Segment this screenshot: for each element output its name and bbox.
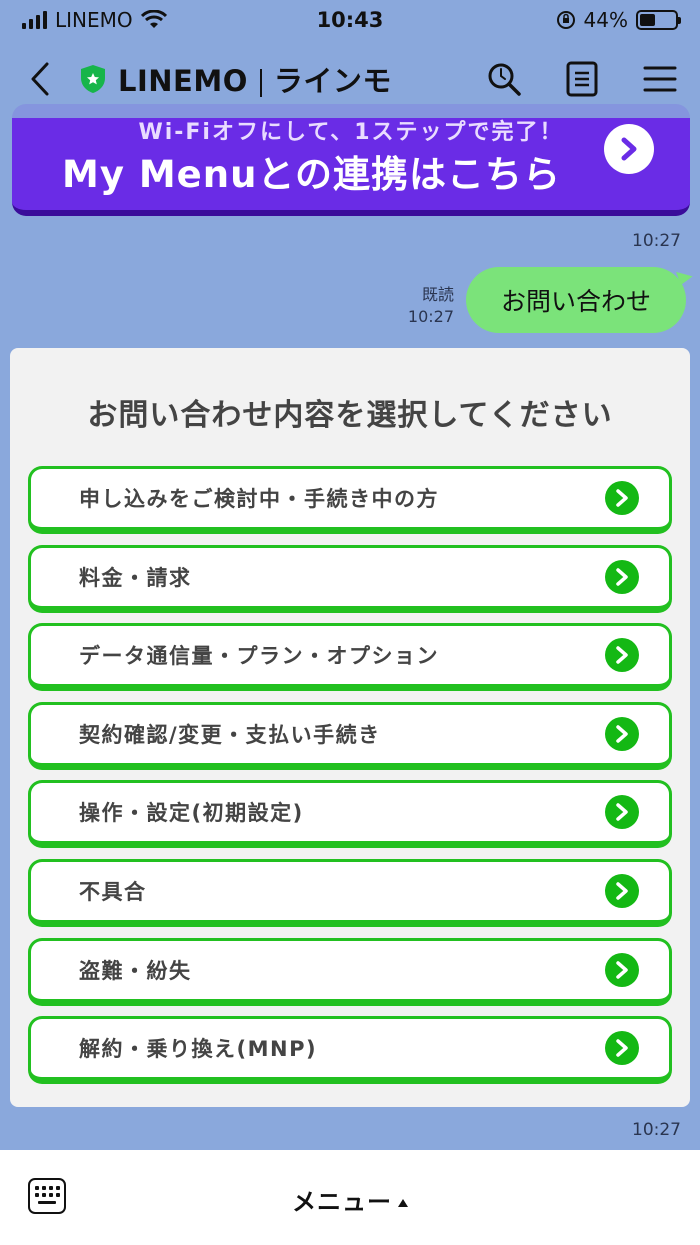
orientation-lock-icon [556, 11, 575, 29]
card-timestamp: 10:27 [632, 1120, 681, 1140]
chevron-right-icon [605, 638, 639, 673]
my-menu-banner[interactable]: Wi-Fiオフにして、1ステップで完了！ My Menuとの連携はこちら [12, 104, 690, 216]
back-arrow-icon [31, 62, 49, 96]
inquiry-option[interactable]: 盗難・紛失 [28, 937, 672, 1006]
signal-icon [22, 11, 47, 29]
battery-icon [636, 10, 681, 30]
inquiry-option-label: 解約・乗り換え(MNP) [79, 1037, 318, 1062]
chevron-right-icon [605, 952, 639, 987]
chevron-right-icon [604, 124, 654, 174]
chevron-right-icon [605, 874, 639, 908]
search-icon [488, 63, 521, 96]
chevron-right-icon [605, 795, 639, 830]
inquiry-card: お問い合わせ内容を選択してください 申し込みをご検討中・手続き中の方 料金・請求デ… [10, 348, 690, 1107]
inquiry-option-label: 契約確認/変更・支払い手続き [79, 722, 381, 747]
inquiry-option-label: 盗難・紛失 [79, 958, 192, 983]
read-label: 既読 [421, 285, 454, 304]
inquiry-option-label: 不具合 [79, 880, 147, 904]
banner-timestamp: 10:27 [632, 231, 681, 251]
inquiry-option-label: 料金・請求 [79, 565, 192, 590]
inquiry-option[interactable]: 操作・設定(初期設定) [28, 780, 672, 849]
chevron-right-icon [605, 559, 639, 594]
search-button[interactable] [484, 59, 524, 99]
wifi-icon [140, 10, 167, 28]
bottom-menu-bar: メニュー [0, 1150, 700, 1245]
sent-message-bubble[interactable]: お問い合わせ [466, 267, 686, 333]
chat-title-main: LINEMO [118, 64, 248, 98]
sent-timestamp: 10:27 [407, 307, 454, 326]
chat-title-sub: ラインモ [273, 64, 392, 98]
back-button[interactable] [20, 59, 60, 99]
chat-header: LINEMO ラインモ [0, 40, 700, 118]
inquiry-option[interactable]: 料金・請求 [28, 544, 672, 613]
inquiry-option-label: データ通信量・プラン・オプション [79, 644, 439, 669]
inquiry-option[interactable]: データ通信量・プラン・オプション [28, 623, 672, 692]
chevron-right-icon [605, 1031, 639, 1066]
title-separator [259, 69, 262, 97]
inquiry-option[interactable]: 契約確認/変更・支払い手続き [28, 701, 672, 770]
inquiry-title: お問い合わせ内容を選択してください [87, 398, 613, 433]
notes-button[interactable] [562, 59, 602, 99]
caret-up-icon [398, 1199, 408, 1207]
chat-title: LINEMO ラインモ [118, 58, 392, 100]
banner-top-text: Wi-Fiオフにして、1ステップで完了！ [138, 120, 564, 145]
inquiry-option[interactable]: 解約・乗り換え(MNP) [28, 1016, 672, 1085]
carrier-label: LINEMO [55, 8, 133, 32]
inquiry-option-label: 申し込みをご検討中・手続き中の方 [79, 487, 439, 511]
inquiry-option[interactable]: 不具合 [28, 859, 672, 927]
hamburger-menu-icon [643, 66, 677, 92]
inquiry-option-label: 操作・設定(初期設定) [79, 801, 304, 826]
battery-fill [640, 14, 655, 26]
chevron-right-icon [605, 481, 639, 515]
menu-button[interactable] [640, 59, 680, 99]
status-right: 44% [556, 8, 681, 32]
shield-icon [81, 65, 105, 93]
menu-label: メニュー [292, 1188, 392, 1216]
inquiry-option[interactable]: 申し込みをご検討中・手続き中の方 [28, 466, 672, 534]
status-left: LINEMO [22, 8, 167, 32]
chevron-right-icon [605, 716, 639, 751]
status-bar: LINEMO 10:43 44% [0, 0, 700, 40]
battery-percent: 44% [583, 8, 628, 32]
banner-main-text: My Menuとの連携はこちら [62, 153, 562, 196]
read-receipt: 既読 10:27 [408, 284, 454, 328]
notes-icon [566, 61, 598, 97]
menu-toggle[interactable]: メニュー [0, 1182, 700, 1217]
header-icons [484, 59, 680, 99]
